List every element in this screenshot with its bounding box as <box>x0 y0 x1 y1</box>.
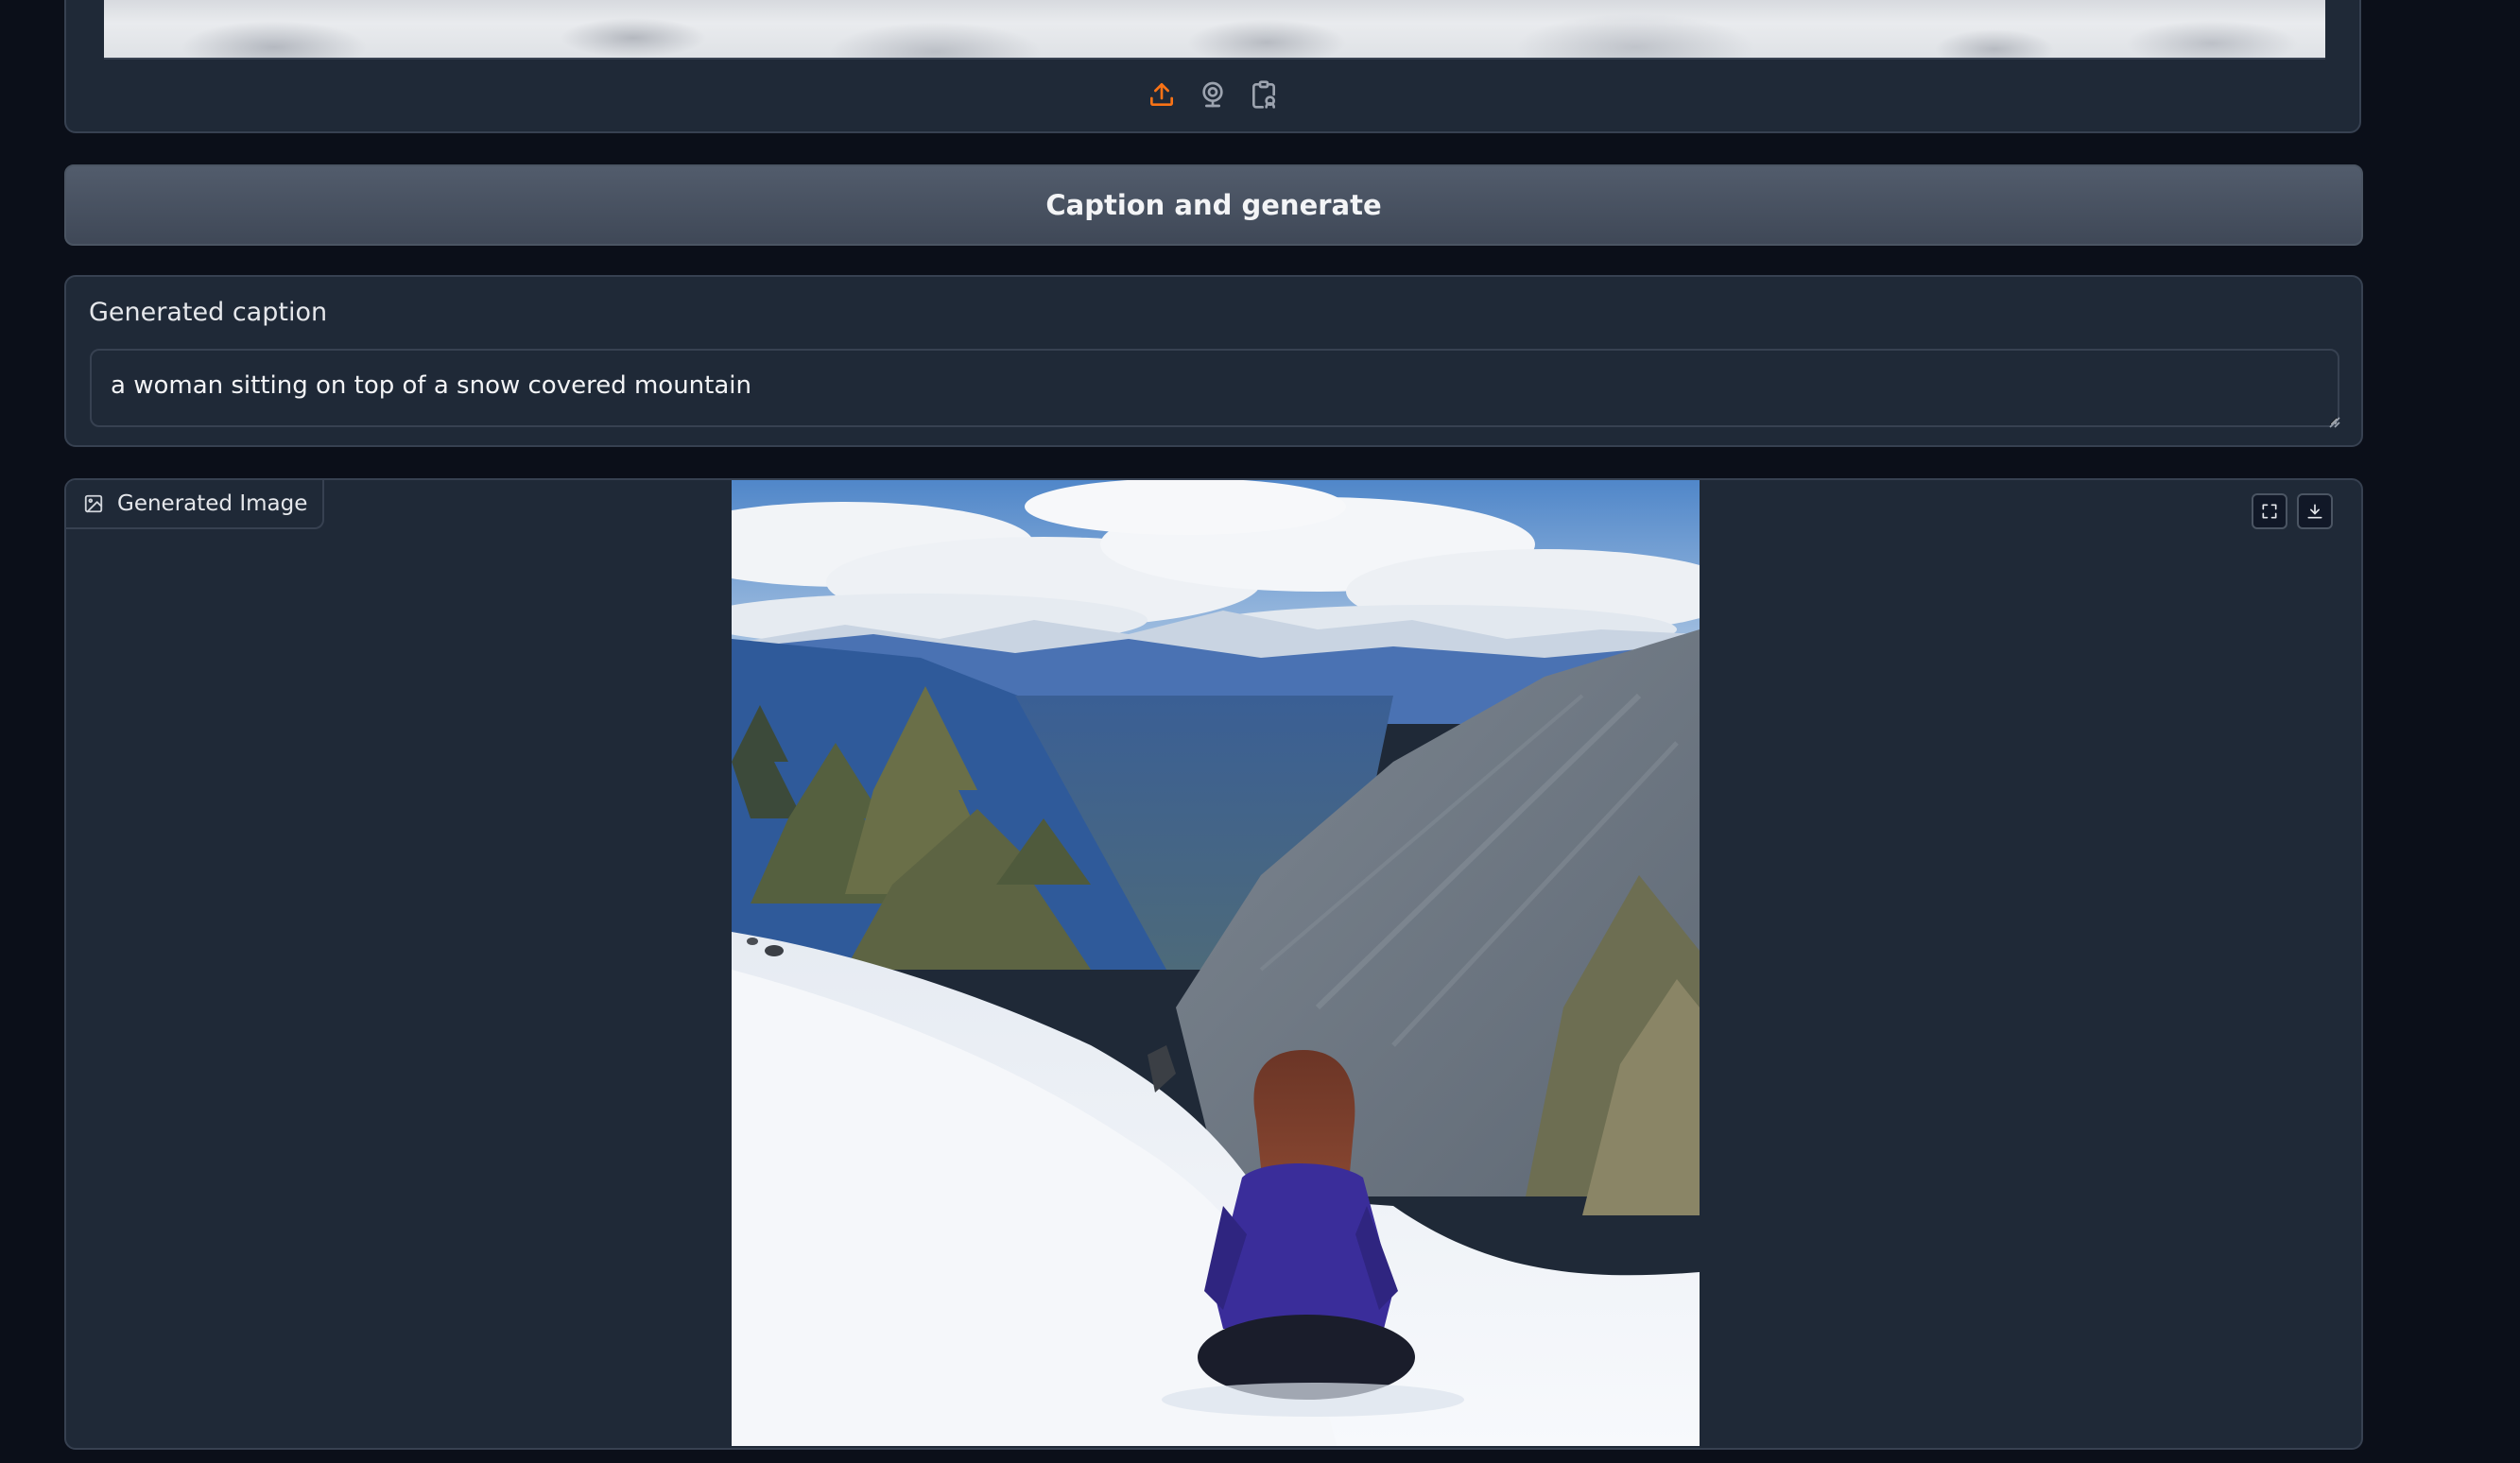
webcam-icon <box>1202 81 1223 108</box>
image-source-selector <box>66 58 2359 131</box>
app-page: Caption and generate Generated caption a… <box>0 0 2520 1463</box>
download-button[interactable] <box>2297 493 2333 529</box>
fullscreen-button[interactable] <box>2252 493 2287 529</box>
generated-image <box>732 480 1700 1446</box>
caption-and-generate-button[interactable]: Caption and generate <box>64 164 2363 246</box>
upload-source-button[interactable] <box>1145 76 1179 113</box>
image-icon <box>84 494 103 513</box>
generated-image-panel: Generated Image <box>64 478 2363 1450</box>
caption-label: Generated caption <box>89 298 328 327</box>
generated-image-label-badge: Generated Image <box>66 480 325 529</box>
clipboard-source-button[interactable] <box>1247 76 1281 113</box>
webcam-source-button[interactable] <box>1196 76 1230 113</box>
resize-handle-icon[interactable] <box>2327 415 2340 428</box>
upload-icon <box>1150 83 1173 106</box>
generated-image-label: Generated Image <box>117 491 308 516</box>
image-actions <box>2252 493 2333 529</box>
download-icon <box>2307 504 2322 519</box>
clipboard-icon <box>1252 80 1275 109</box>
input-image-panel <box>64 0 2361 133</box>
caption-textbox[interactable]: a woman sitting on top of a snow covered… <box>90 349 2339 427</box>
fullscreen-icon <box>2262 504 2277 519</box>
input-image-preview <box>104 0 2325 60</box>
caption-panel: Generated caption a woman sitting on top… <box>64 275 2363 447</box>
